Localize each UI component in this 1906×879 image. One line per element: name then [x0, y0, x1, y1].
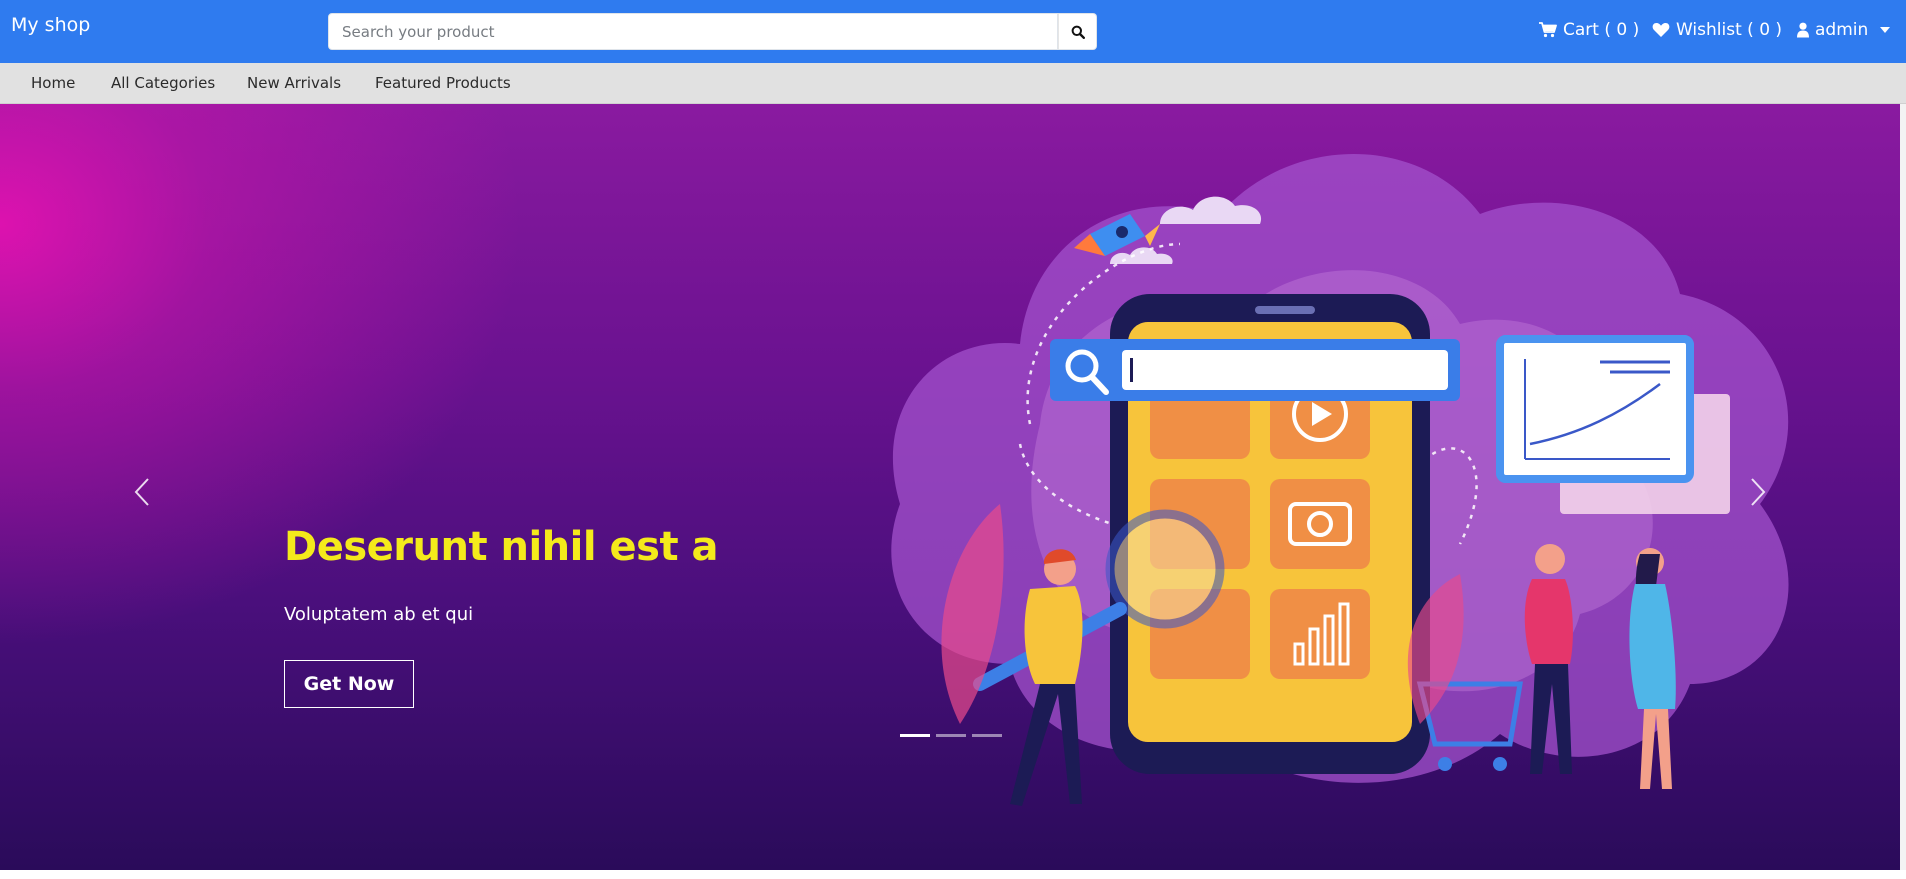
carousel-next-button[interactable]	[1738, 452, 1778, 532]
search-icon	[1071, 25, 1085, 39]
hero-subtitle: Voluptatem ab et qui	[284, 604, 474, 625]
page-bottom-strip	[0, 870, 1906, 879]
category-item-all-categories[interactable]: All Categories	[111, 74, 215, 92]
search-button[interactable]	[1058, 13, 1097, 50]
carousel-indicator-2[interactable]	[936, 734, 966, 737]
carousel-indicator-3[interactable]	[972, 734, 1002, 737]
search-input[interactable]	[328, 13, 1058, 50]
user-label: admin	[1815, 20, 1869, 40]
cart-label: Cart ( 0 )	[1563, 20, 1640, 40]
carousel-prev-button[interactable]	[122, 452, 162, 532]
cart-icon	[1539, 22, 1557, 38]
user-menu-dropdown[interactable]: admin	[1797, 20, 1891, 40]
page-scrollbar[interactable]	[1900, 104, 1906, 879]
carousel-indicators	[900, 734, 1002, 737]
category-nav: Home All Categories New Arrivals Feature…	[0, 63, 1906, 104]
search-bar	[328, 13, 1097, 50]
category-item-featured-products[interactable]: Featured Products	[375, 74, 511, 92]
chevron-right-icon	[1751, 478, 1766, 506]
hero-title: Deserunt nihil est a	[284, 524, 718, 570]
carousel-indicator-1[interactable]	[900, 734, 930, 737]
chevron-down-icon	[1880, 27, 1891, 33]
heart-icon	[1652, 23, 1670, 37]
get-now-button[interactable]: Get Now	[284, 660, 414, 708]
cart-link[interactable]: Cart ( 0 )	[1539, 20, 1639, 40]
user-icon	[1797, 22, 1809, 38]
hero-carousel: Deserunt nihil est a Voluptatem ab et qu…	[0, 104, 1900, 870]
top-navbar: My shop Cart ( 0 ) Wishlist ( 0 ) adm	[0, 0, 1906, 63]
hero-illustration	[891, 154, 1789, 806]
wishlist-link[interactable]: Wishlist ( 0 )	[1652, 20, 1782, 40]
wishlist-label: Wishlist ( 0 )	[1676, 20, 1783, 40]
category-item-new-arrivals[interactable]: New Arrivals	[247, 74, 341, 92]
chevron-left-icon	[134, 478, 149, 506]
brand-logo[interactable]: My shop	[11, 14, 90, 36]
category-item-home[interactable]: Home	[31, 74, 75, 92]
